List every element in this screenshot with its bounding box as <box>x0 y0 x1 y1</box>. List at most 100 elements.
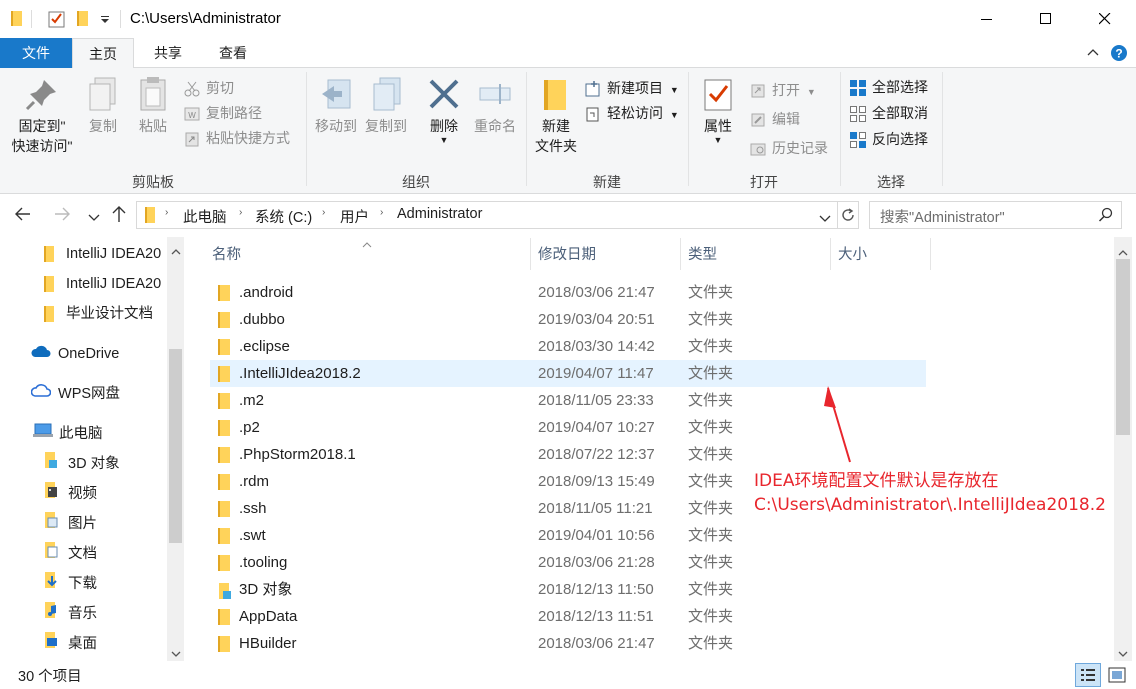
scroll-down-icon[interactable] <box>171 645 181 661</box>
nav-pc-label: 桌面 <box>68 636 98 652</box>
nav-scrollbar[interactable] <box>167 237 184 661</box>
nav-scrollbar-thumb[interactable] <box>169 349 182 543</box>
file-list-scrollbar-thumb[interactable] <box>1116 259 1130 435</box>
invert-selection-button[interactable]: 反向选择 <box>850 127 928 151</box>
file-row[interactable]: HBuilder 2018/03/06 21:47 文件夹 <box>210 630 926 657</box>
scroll-up-icon[interactable] <box>171 243 181 259</box>
tab-share[interactable]: 共享 <box>144 38 192 68</box>
forward-arrow-icon[interactable] <box>53 206 71 225</box>
nav-quick-item[interactable]: 毕业设计文档 <box>44 299 153 329</box>
file-row[interactable]: .tooling 2018/03/06 21:28 文件夹 <box>210 549 926 576</box>
delete-button[interactable]: 删除 ▼ <box>422 76 466 145</box>
back-arrow-icon[interactable] <box>14 206 32 225</box>
address-bar[interactable]: › 此电脑 › 系统 (C:) › 用户 › Administrator <box>136 201 859 229</box>
breadcrumb-users[interactable]: 用户 <box>340 206 369 227</box>
new-folder-button[interactable]: 新建 文件夹 <box>530 76 582 156</box>
new-item-button[interactable]: 新建项目 ▼ <box>585 76 679 100</box>
file-row[interactable]: .PhpStorm2018.1 2018/07/22 12:37 文件夹 <box>210 441 926 468</box>
paste-button[interactable]: 粘贴 <box>132 76 174 136</box>
nav-quick-label: IntelliJ IDEA20 <box>66 276 162 292</box>
pin-to-quick-access-button[interactable]: 固定到" 快速访问" <box>6 76 78 156</box>
copy-to-button[interactable]: 复制到 <box>362 76 410 136</box>
open-button[interactable]: 打开 ▼ <box>750 78 816 102</box>
copy-button[interactable]: 复制 <box>82 76 124 136</box>
nav-quick-item[interactable]: IntelliJ IDEA20 <box>44 269 161 299</box>
file-row[interactable]: 3D 对象 2018/12/13 11:50 文件夹 <box>210 576 926 603</box>
copy-to-label: 复制到 <box>365 118 407 134</box>
cut-button[interactable]: 剪切 <box>184 76 234 100</box>
scroll-up-icon[interactable] <box>1118 244 1128 260</box>
move-to-button[interactable]: 移动到 <box>312 76 360 136</box>
nav-pc-item[interactable]: 下载 <box>44 569 97 599</box>
file-row[interactable]: .swt 2019/04/01 10:56 文件夹 <box>210 522 926 549</box>
copy-path-button[interactable]: W 复制路径 <box>184 101 262 125</box>
refresh-icon[interactable] <box>840 207 856 226</box>
file-date: 2018/03/06 21:28 <box>538 554 655 571</box>
chevron-up-icon[interactable] <box>1086 46 1100 63</box>
file-date: 2018/12/13 11:51 <box>538 608 654 625</box>
tab-view[interactable]: 查看 <box>208 38 258 68</box>
edit-icon <box>750 111 766 127</box>
properties-button[interactable]: 属性 ▼ <box>696 76 740 145</box>
nav-this-pc[interactable]: 此电脑 <box>33 419 103 449</box>
details-view-button[interactable] <box>1075 663 1101 687</box>
file-type: 文件夹 <box>688 473 734 490</box>
file-name: .swt <box>239 527 266 544</box>
pin-label-line2: 快速访问" <box>11 138 73 154</box>
address-history-chevron-icon[interactable] <box>819 211 831 227</box>
select-all-button[interactable]: 全部选择 <box>850 75 928 99</box>
file-row[interactable]: .android 2018/03/06 21:47 文件夹 <box>210 279 926 306</box>
file-row[interactable]: .p2 2019/04/07 10:27 文件夹 <box>210 414 926 441</box>
file-row[interactable]: AppData 2018/12/13 11:51 文件夹 <box>210 603 926 630</box>
column-header-type[interactable]: 类型 <box>688 244 717 266</box>
nav-quick-item[interactable]: IntelliJ IDEA20 <box>44 239 161 269</box>
help-icon[interactable]: ? <box>1110 44 1128 65</box>
tab-file[interactable]: 文件 <box>0 38 72 68</box>
window-title: C:\Users\Administrator <box>130 10 281 27</box>
scroll-down-icon[interactable] <box>1118 645 1128 661</box>
file-row[interactable]: .dubbo 2019/03/04 20:51 文件夹 <box>210 306 926 333</box>
nav-wps[interactable]: WPS网盘 <box>30 379 120 409</box>
minimize-button[interactable] <box>964 0 1010 38</box>
nav-onedrive[interactable]: OneDrive <box>31 339 119 369</box>
nav-pc-item[interactable]: 音乐 <box>44 599 97 629</box>
invert-selection-icon <box>850 131 866 148</box>
new-folder-icon[interactable] <box>75 9 93 29</box>
column-header-name[interactable]: 名称 <box>212 244 241 266</box>
quick-access-dropdown-icon[interactable] <box>99 13 117 33</box>
up-arrow-icon[interactable] <box>111 205 127 226</box>
edit-button[interactable]: 编辑 <box>750 107 800 131</box>
nav-pc-item[interactable]: 视频 <box>44 479 97 509</box>
maximize-button[interactable] <box>1023 0 1069 38</box>
column-header-date[interactable]: 修改日期 <box>538 244 596 266</box>
nav-pc-item[interactable]: 3D 对象 <box>44 449 120 479</box>
rename-button[interactable]: 重命名 <box>470 76 520 136</box>
select-none-button[interactable]: 全部取消 <box>850 101 928 125</box>
breadcrumb-system-c[interactable]: 系统 (C:) <box>255 206 312 227</box>
file-row[interactable]: .m2 2018/11/05 23:33 文件夹 <box>210 387 926 414</box>
breadcrumb-administrator[interactable]: Administrator <box>397 206 482 222</box>
file-name: .ssh <box>239 500 267 517</box>
file-type: 文件夹 <box>688 527 734 544</box>
history-button[interactable]: 历史记录 <box>750 136 828 160</box>
folder-icon <box>218 312 230 328</box>
file-row[interactable]: .eclipse 2018/03/30 14:42 文件夹 <box>210 333 926 360</box>
recent-locations-chevron-icon[interactable] <box>88 210 100 226</box>
close-button[interactable] <box>1082 0 1128 38</box>
tab-home[interactable]: 主页 <box>72 38 134 69</box>
large-icons-view-button[interactable] <box>1106 665 1128 688</box>
breadcrumb-this-pc[interactable]: 此电脑 <box>183 206 227 227</box>
nav-pc-item[interactable]: 桌面 <box>44 629 97 659</box>
file-type: 文件夹 <box>688 554 734 571</box>
paste-shortcut-button[interactable]: 粘贴快捷方式 <box>184 126 290 150</box>
file-list-scrollbar[interactable] <box>1114 237 1132 661</box>
properties-icon[interactable] <box>48 9 66 29</box>
file-row-highlighted[interactable]: .IntelliJIdea2018.2 2019/04/07 11:47 文件夹 <box>210 360 926 387</box>
column-header-size[interactable]: 大小 <box>838 244 867 266</box>
file-name: .m2 <box>239 392 265 409</box>
nav-pc-item[interactable]: 图片 <box>44 509 97 539</box>
search-box[interactable]: 搜索"Administrator" <box>869 201 1122 229</box>
nav-pc-item[interactable]: 文档 <box>44 539 97 569</box>
search-icon[interactable] <box>1098 207 1114 226</box>
easy-access-button[interactable]: 轻松访问 ▼ <box>585 101 679 125</box>
